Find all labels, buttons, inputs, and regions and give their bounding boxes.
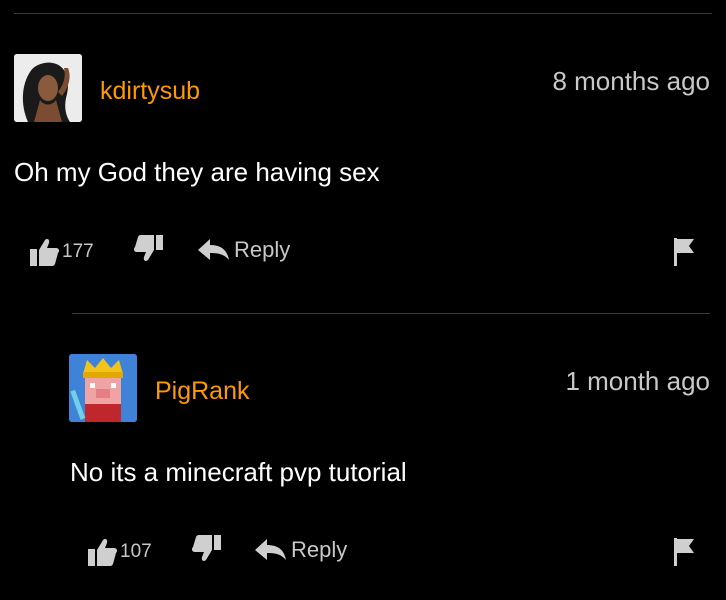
thumbs-up-icon <box>28 236 60 268</box>
reply-label: Reply <box>291 537 348 562</box>
comment-text: No its a minecraft pvp tutorial <box>70 457 407 487</box>
like-button[interactable]: 107 <box>86 536 152 568</box>
flag-button[interactable] <box>672 236 696 268</box>
thumbs-down-icon <box>191 534 223 564</box>
comment-thread-root: kdirtysub 8 months ago Oh my God they ar… <box>0 0 726 300</box>
comment-timestamp: 1 month ago <box>565 366 710 396</box>
reply-arrow-icon <box>196 236 230 264</box>
flag-button[interactable] <box>672 536 696 568</box>
dislike-button[interactable] <box>133 234 165 264</box>
dislike-button[interactable] <box>191 534 223 564</box>
thumbs-down-icon <box>133 234 165 264</box>
reply-button[interactable]: Reply <box>253 536 347 564</box>
reply-label: Reply <box>234 237 291 262</box>
user-avatar[interactable] <box>69 354 137 422</box>
reply-button[interactable]: Reply <box>196 236 290 264</box>
like-button[interactable]: 177 <box>28 236 94 268</box>
comment-timestamp: 8 months ago <box>552 66 710 96</box>
reply-arrow-icon <box>253 536 287 564</box>
comment-thread-reply: PigRank 1 month ago No its a minecraft p… <box>0 300 726 600</box>
like-count: 107 <box>120 541 152 562</box>
flag-icon <box>672 236 696 268</box>
comment-username[interactable]: PigRank <box>155 377 250 406</box>
comment-text: Oh my God they are having sex <box>14 157 380 187</box>
comment-username[interactable]: kdirtysub <box>100 77 200 106</box>
flag-icon <box>672 536 696 568</box>
user-avatar[interactable] <box>14 54 82 122</box>
like-count: 177 <box>62 241 94 262</box>
thumbs-up-icon <box>86 536 118 568</box>
